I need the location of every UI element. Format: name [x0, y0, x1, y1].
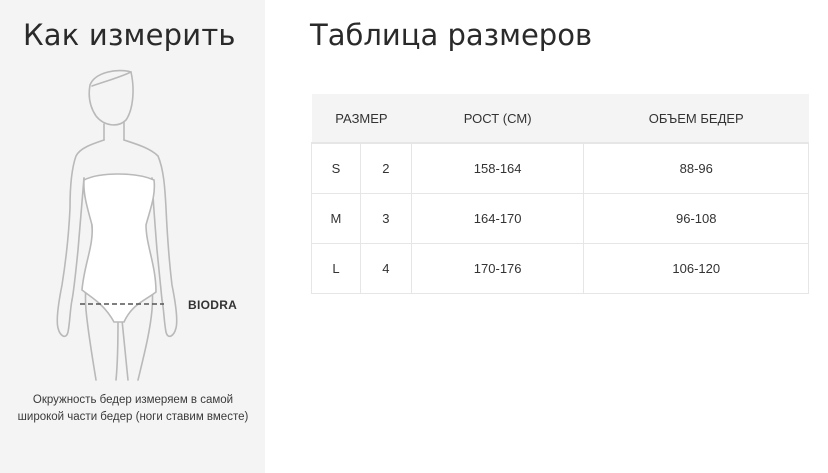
hip-marker-label: BIODRA: [188, 298, 238, 312]
header-hips: ОБЪЕМ БЕДЕР: [583, 94, 809, 143]
table-row: S 2 158-164 88-96: [311, 142, 809, 194]
hips-cell: 88-96: [583, 142, 809, 194]
size-guide: Как измерить BIODRA Окружность бедер изм…: [0, 0, 828, 473]
size-letter-cell: M: [311, 192, 361, 244]
height-cell: 158-164: [410, 142, 585, 194]
height-cell: 170-176: [410, 242, 585, 294]
table-row: L 4 170-176 106-120: [311, 242, 809, 294]
how-to-measure-title: Как измерить: [23, 18, 236, 52]
height-cell: 164-170: [410, 192, 585, 244]
hips-cell: 106-120: [583, 242, 809, 294]
size-chart-title: Таблица размеров: [310, 18, 593, 52]
header-height: РОСТ (СМ): [411, 94, 584, 143]
size-table: РАЗМЕР РОСТ (СМ) ОБЪЕМ БЕДЕР S 2 158-164…: [311, 94, 809, 294]
header-size: РАЗМЕР: [311, 94, 412, 143]
size-number-cell: 2: [359, 142, 412, 194]
size-letter-cell: S: [311, 142, 361, 194]
size-number-cell: 3: [359, 192, 412, 244]
table-header-row: РАЗМЕР РОСТ (СМ) ОБЪЕМ БЕДЕР: [311, 94, 809, 143]
how-to-measure-panel: Как измерить BIODRA Окружность бедер изм…: [0, 0, 265, 473]
measure-instructions: Окружность бедер измеряем в самой широко…: [17, 394, 249, 423]
hips-cell: 96-108: [583, 192, 809, 244]
bodysuit-shape: [81, 173, 157, 323]
body-figure-illustration: [56, 69, 178, 381]
size-letter-cell: L: [311, 242, 361, 294]
table-row: M 3 164-170 96-108: [311, 192, 809, 244]
size-number-cell: 4: [359, 242, 412, 294]
